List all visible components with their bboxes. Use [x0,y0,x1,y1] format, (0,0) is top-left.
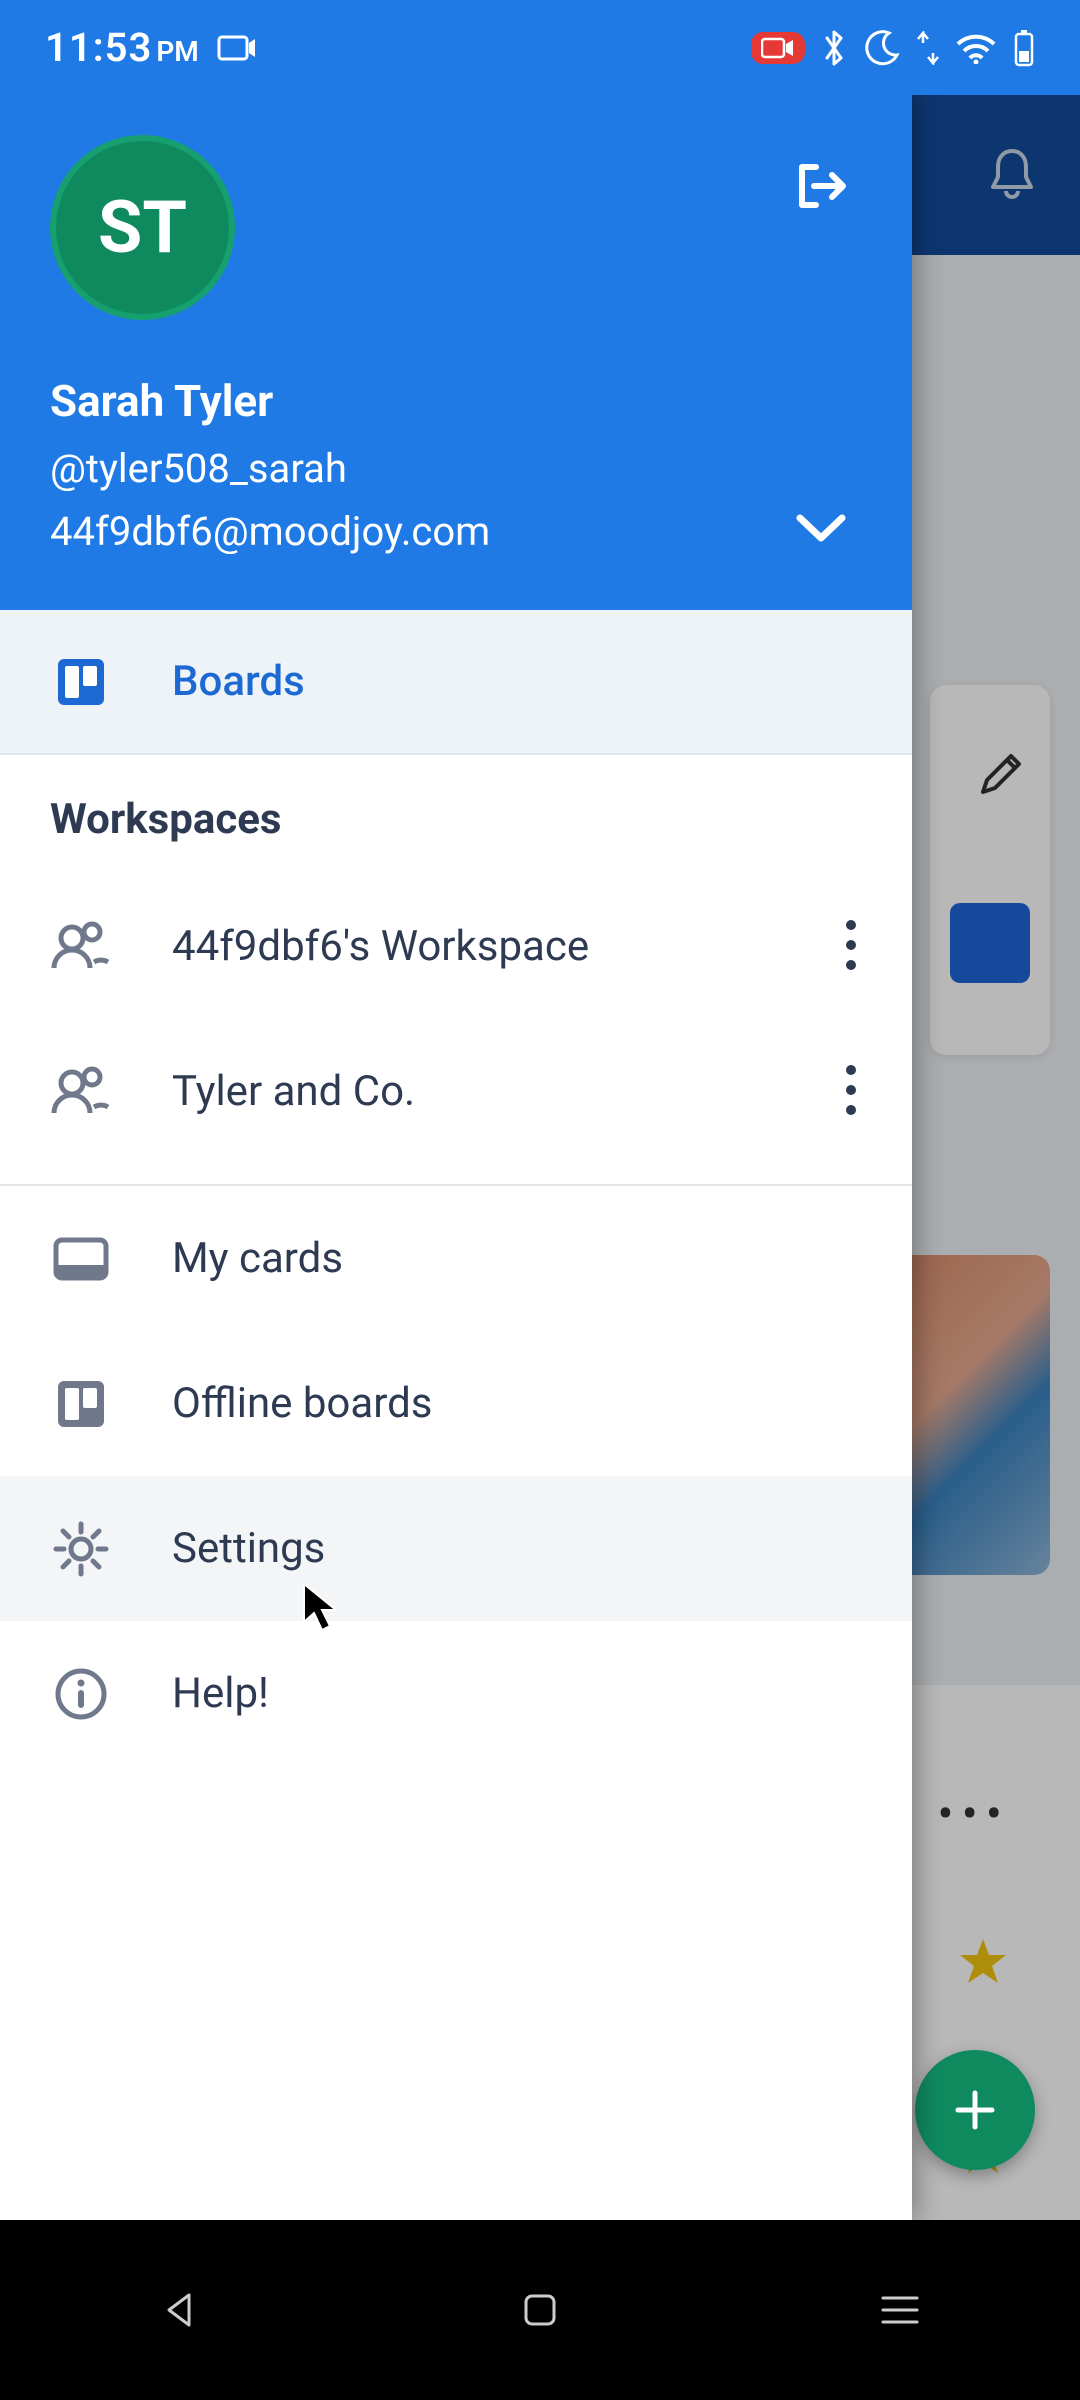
account-name: Sarah Tyler [50,375,862,427]
card-icon [50,1235,112,1283]
boards-gray-icon [50,1375,112,1433]
workspace-name: Tyler and Co. [172,1067,415,1116]
nav-label: Settings [172,1524,325,1573]
people-icon [50,1063,112,1121]
info-icon [50,1666,112,1722]
workspaces-heading: Workspaces [0,755,912,874]
nav-label: Offline boards [172,1379,432,1428]
account-email: 44f9dbf6@moodjoy.com [50,508,862,555]
status-bar: 11:53PM [0,0,1080,95]
moon-icon [863,29,901,67]
nav-item-offline-boards[interactable]: Offline boards [0,1331,912,1476]
nav-recents-button[interactable] [865,2275,935,2345]
nav-label: My cards [172,1234,343,1283]
bluetooth-icon [821,28,847,68]
boards-icon [50,653,112,711]
data-arrows-icon [917,31,939,65]
nav-home-button[interactable] [505,2275,575,2345]
nav-back-button[interactable] [145,2275,215,2345]
battery-icon [1013,29,1035,67]
avatar-initials: ST [98,185,187,270]
chevron-down-icon[interactable] [790,508,852,552]
account-handle: @tyler508_sarah [50,445,862,492]
gear-icon [50,1520,112,1578]
screen-record-icon [751,32,805,64]
nav-label: Boards [172,657,305,706]
workspace-item[interactable]: Tyler and Co. [0,1019,912,1164]
logout-icon[interactable] [790,155,852,221]
workspace-name: 44f9dbf6's Workspace [172,922,589,971]
rectangle-icon [217,33,257,63]
nav-item-boards[interactable]: Boards [0,610,912,755]
nav-item-settings[interactable]: Settings [0,1476,912,1621]
workspace-item[interactable]: 44f9dbf6's Workspace [0,874,912,1019]
status-time: 11:53PM [45,24,199,71]
nav-label: Help! [172,1669,269,1718]
avatar[interactable]: ST [50,135,235,320]
system-nav-bar [0,2220,1080,2400]
nav-drawer: ST Sarah Tyler @tyler508_sarah 44f9dbf6@… [0,95,912,2220]
fab-add-button[interactable] [915,2050,1035,2170]
drawer-header[interactable]: ST Sarah Tyler @tyler508_sarah 44f9dbf6@… [0,95,912,610]
nav-item-my-cards[interactable]: My cards [0,1186,912,1331]
people-icon [50,918,112,976]
more-vert-icon[interactable] [845,919,857,975]
more-vert-icon[interactable] [845,1064,857,1120]
nav-item-help[interactable]: Help! [0,1621,912,1766]
wifi-icon [955,32,997,64]
